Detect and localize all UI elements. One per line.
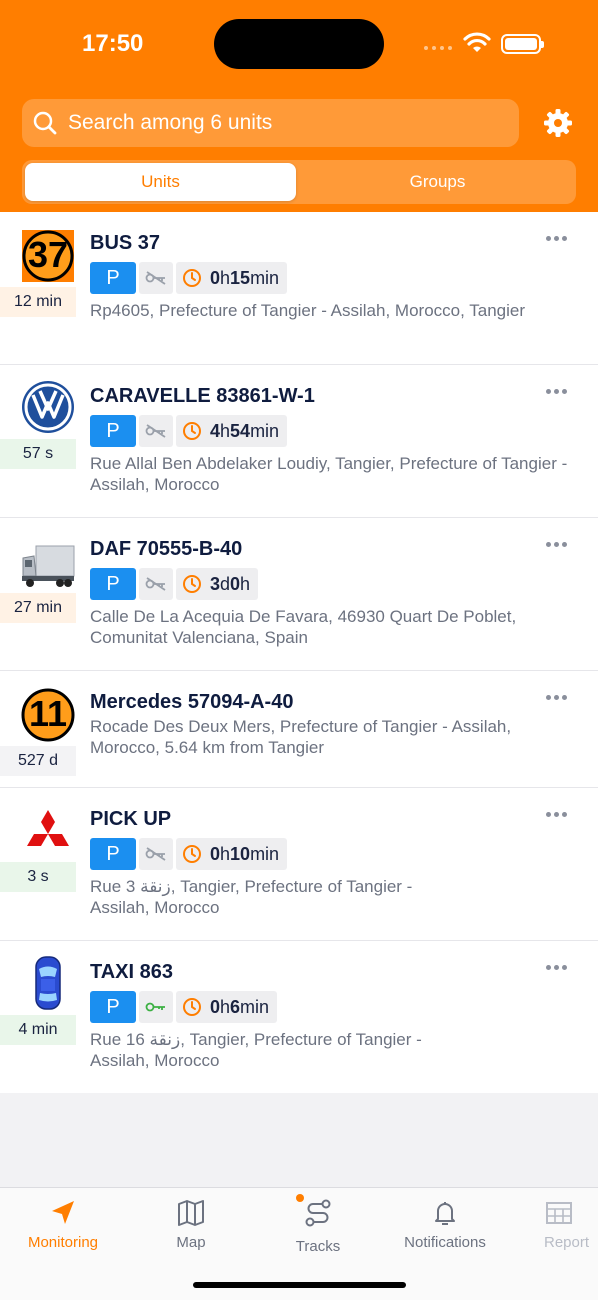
- tab-tracks[interactable]: Tracks: [263, 1194, 373, 1255]
- search-input[interactable]: Search among 6 units: [22, 99, 519, 147]
- status-badges: P 3d 0h: [90, 568, 259, 600]
- clock-icon: [183, 845, 201, 863]
- unit-name: PICK UP: [90, 808, 172, 830]
- ignition-on-key-icon: [139, 991, 173, 1023]
- unit-name: BUS 37: [90, 232, 161, 254]
- ignition-off-icon: [139, 568, 173, 600]
- ignition-off-icon: [139, 262, 173, 294]
- clock-icon: [183, 575, 201, 593]
- clock-icon: [183, 998, 201, 1016]
- unit-address: Rue 3 زنقة, Tangier, Prefecture of Tangi…: [90, 877, 413, 917]
- unit-address: Rue 16 زنقة, Tangier, Prefecture of Tang…: [90, 1030, 422, 1070]
- more-options-icon[interactable]: [546, 389, 567, 394]
- wifi-icon: [463, 32, 491, 52]
- last-update-age: 12 min: [0, 287, 76, 317]
- status-badges: P 0h 6 min: [90, 991, 278, 1023]
- home-indicator: [193, 1282, 406, 1288]
- tab-map[interactable]: Map: [136, 1198, 246, 1251]
- unit-number-37-icon: 37: [20, 228, 76, 284]
- status-badges: P 0h 10 min: [90, 838, 288, 870]
- segmented-control: Units Groups: [22, 160, 576, 204]
- unit-name: Mercedes 57094-A-40: [90, 691, 294, 713]
- table-icon: [546, 1202, 572, 1224]
- navigation-arrow-icon: [52, 1201, 74, 1224]
- more-options-icon[interactable]: [546, 236, 567, 241]
- notification-dot: [296, 1194, 304, 1202]
- status-time: 17:50: [82, 30, 144, 57]
- truck-icon: [20, 538, 76, 594]
- tab-reports[interactable]: Report: [514, 1198, 598, 1251]
- tab-units[interactable]: Units: [25, 163, 296, 201]
- parking-badge: P: [90, 415, 136, 447]
- unit-address: Rue Allal Ben Abdelaker Loudiy, Tangier,…: [90, 454, 568, 494]
- more-options-icon[interactable]: [546, 542, 567, 547]
- unit-name: CARAVELLE 83861-W-1: [90, 385, 315, 407]
- more-options-icon[interactable]: [546, 695, 567, 700]
- parking-duration: 0h 10 min: [176, 838, 288, 870]
- parking-badge: P: [90, 262, 136, 294]
- clock-icon: [183, 422, 201, 440]
- tab-monitoring[interactable]: Monitoring: [8, 1198, 118, 1251]
- last-update-age: 4 min: [0, 1015, 76, 1045]
- unit-row-caravelle[interactable]: 57 s CARAVELLE 83861-W-1 P 4h 54 min Rue …: [0, 365, 598, 518]
- map-icon: [178, 1200, 204, 1226]
- status-badges: P 4h 54 min: [90, 415, 288, 447]
- parking-badge: P: [90, 991, 136, 1023]
- app-header: 17:50 Search among 6 units Units Groups: [0, 0, 598, 212]
- search-placeholder: Search among 6 units: [68, 111, 273, 134]
- ignition-off-icon: [139, 415, 173, 447]
- parking-duration: 0h 6 min: [176, 991, 278, 1023]
- last-update-age: 3 s: [0, 862, 76, 892]
- unit-number-11-icon: 11: [20, 687, 76, 743]
- more-options-icon[interactable]: [546, 965, 567, 970]
- more-options-icon[interactable]: [546, 812, 567, 817]
- unit-row-mercedes[interactable]: 11 527 d Mercedes 57094-A-40 Rocade Des …: [0, 671, 598, 788]
- unit-address: Calle De La Acequia De Favara, 46930 Qua…: [90, 607, 517, 647]
- mitsubishi-logo-icon: [20, 808, 76, 864]
- unit-row-bus-37[interactable]: 37 12 min BUS 37 P 0h 15 min Rp4605, Pref…: [0, 212, 598, 365]
- car-top-view-icon: [20, 955, 76, 1011]
- unit-row-daf[interactable]: 27 min DAF 70555-B-40 P 3d 0h Calle De L…: [0, 518, 598, 671]
- bell-icon: [435, 1202, 455, 1225]
- status-badges: P 0h 15 min: [90, 262, 288, 294]
- last-update-age: 527 d: [0, 746, 76, 776]
- last-update-age: 27 min: [0, 593, 76, 623]
- parking-duration: 4h 54 min: [176, 415, 288, 447]
- dynamic-island: [214, 19, 384, 69]
- tab-groups[interactable]: Groups: [302, 163, 573, 201]
- battery-icon: [501, 34, 544, 54]
- unit-row-taxi-863[interactable]: 4 min TAXI 863 P 0h 6 min Rue 16 زنقة, Ta…: [0, 941, 598, 1093]
- parking-duration: 3d 0h: [176, 568, 259, 600]
- cellular-signal-icon: [424, 46, 452, 50]
- unit-list: 37 12 min BUS 37 P 0h 15 min Rp4605, Pref…: [0, 212, 598, 1093]
- unit-row-pick-up[interactable]: 3 s PICK UP P 0h 10 min Rue 3 زنقة, Tangi…: [0, 788, 598, 941]
- search-icon: [33, 111, 57, 135]
- route-icon: [305, 1199, 331, 1227]
- last-update-age: 57 s: [0, 439, 76, 469]
- parking-badge: P: [90, 568, 136, 600]
- unit-name: TAXI 863: [90, 961, 173, 983]
- ignition-off-icon: [139, 838, 173, 870]
- tab-notifications[interactable]: Notifications: [390, 1198, 500, 1251]
- volkswagen-logo-icon: [20, 379, 76, 435]
- parking-duration: 0h 15 min: [176, 262, 288, 294]
- settings-gear-icon[interactable]: [542, 107, 574, 139]
- unit-name: DAF 70555-B-40: [90, 538, 243, 560]
- unit-address: Rp4605, Prefecture of Tangier - Assilah,…: [90, 301, 525, 320]
- unit-address: Rocade Des Deux Mers, Prefecture of Tang…: [90, 717, 512, 757]
- parking-badge: P: [90, 838, 136, 870]
- clock-icon: [183, 269, 201, 287]
